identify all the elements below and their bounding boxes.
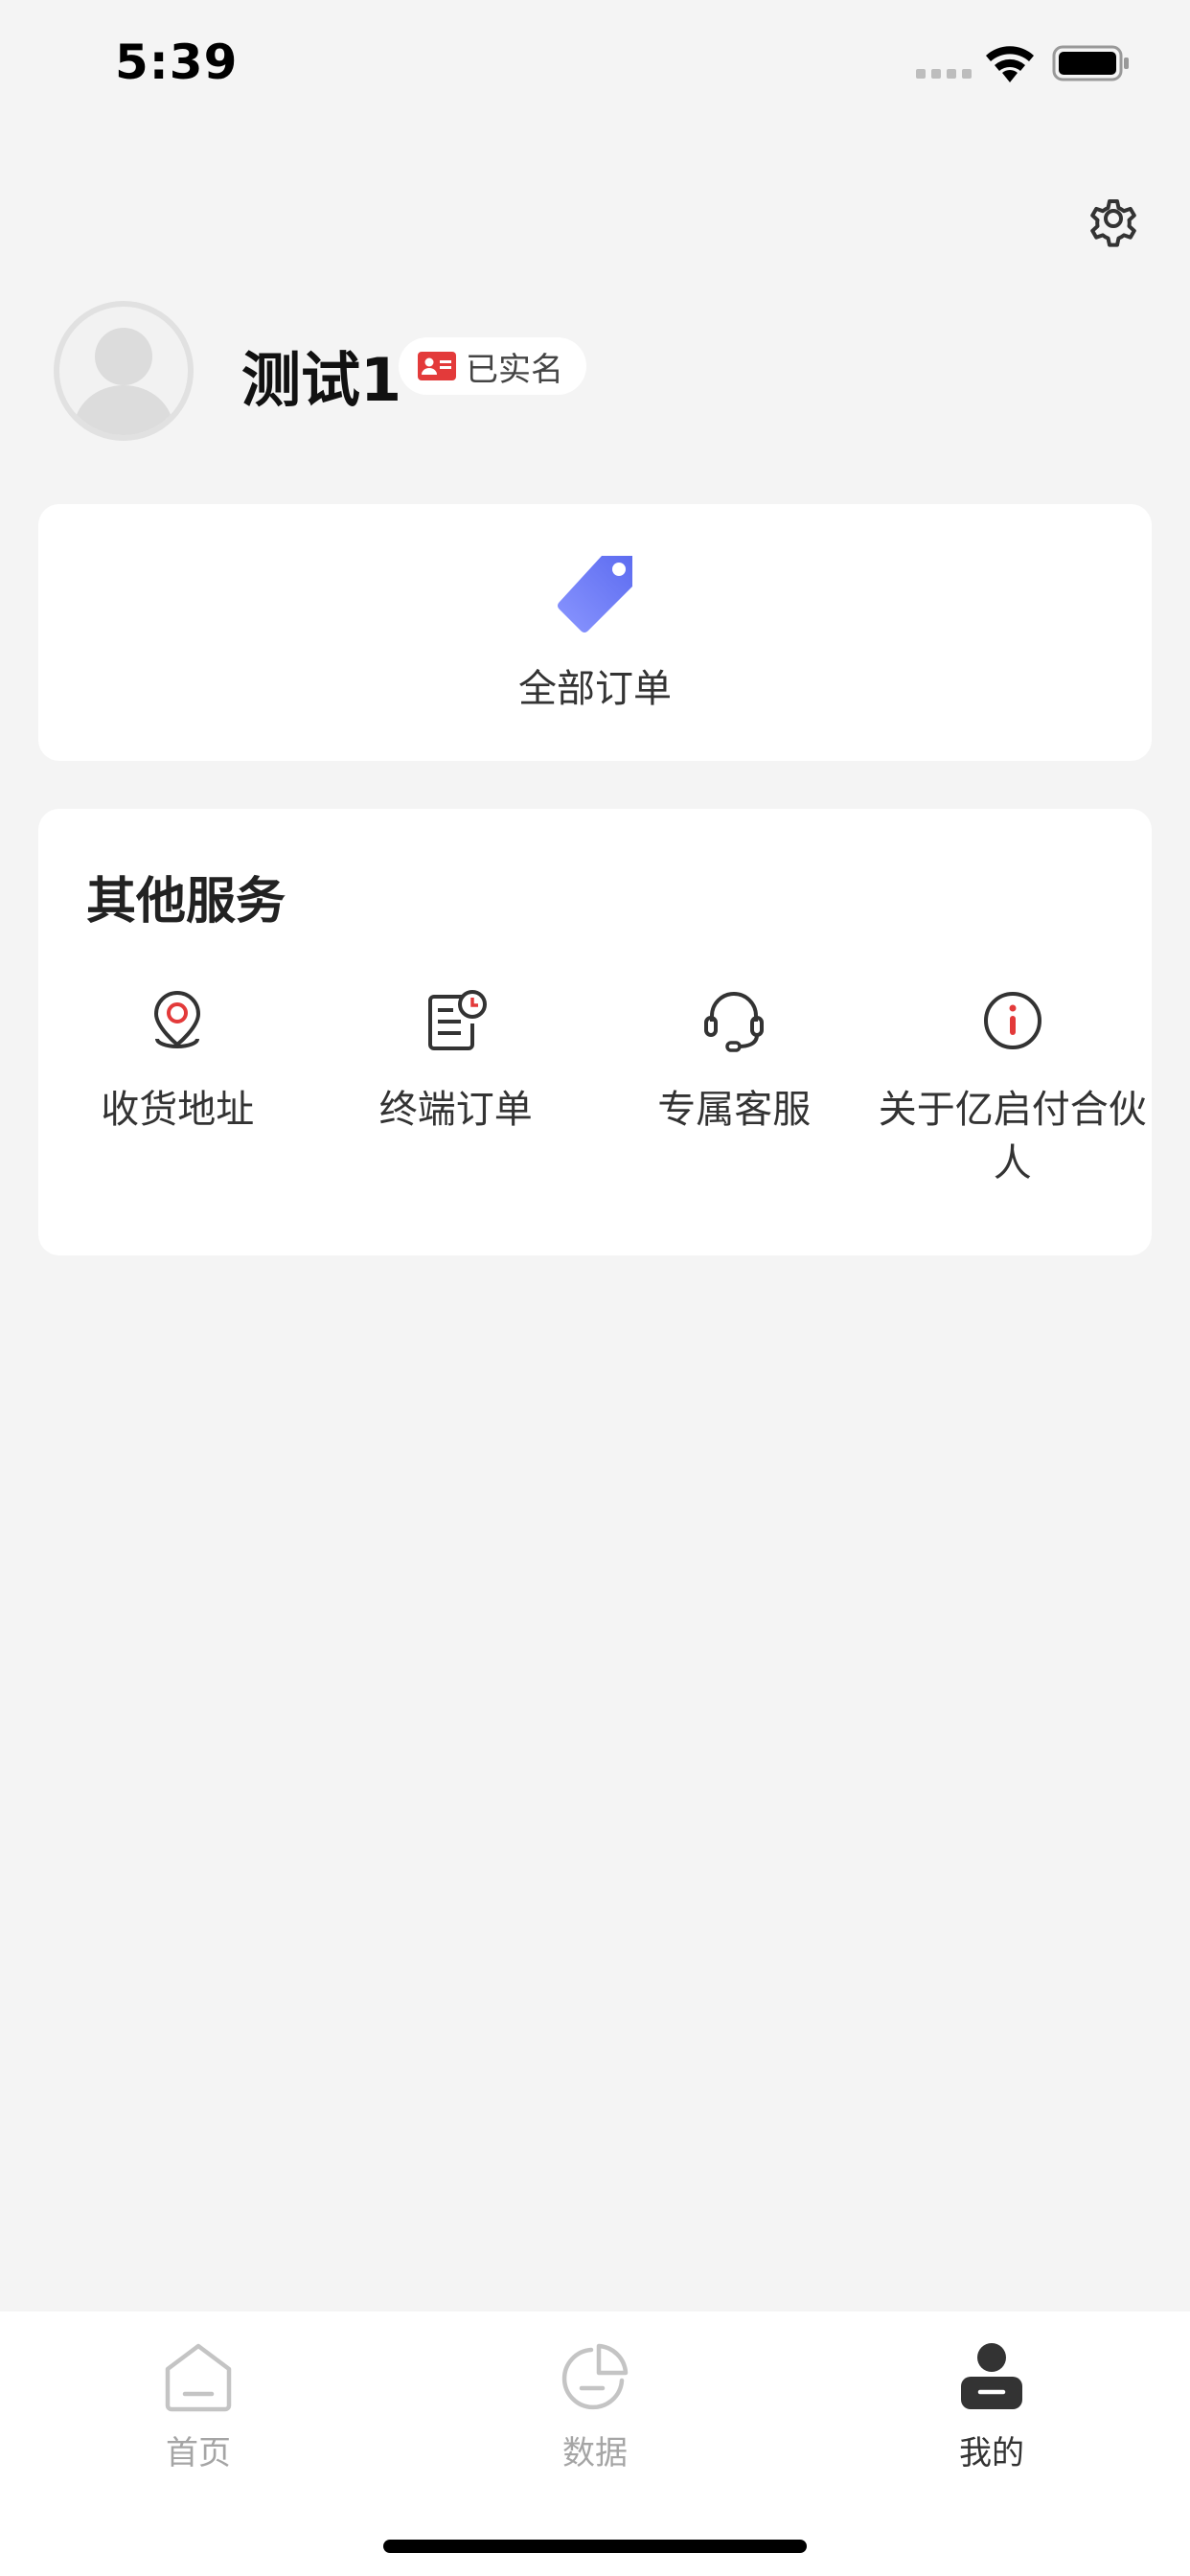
status-time: 5:39 xyxy=(115,34,239,90)
all-orders-label: 全部订单 xyxy=(518,667,672,711)
all-orders-button[interactable]: 全部订单 xyxy=(38,504,1152,761)
user-name: 测试1 xyxy=(241,345,402,415)
service-label: 专属客服 xyxy=(657,1088,812,1132)
order-clock-icon xyxy=(427,990,487,1050)
tab-label: 数据 xyxy=(562,2434,628,2472)
avatar[interactable] xyxy=(54,301,194,441)
verified-label: 已实名 xyxy=(466,350,563,389)
tab-bar: 首页 数据 我的 xyxy=(0,2312,1190,2576)
home-icon xyxy=(165,2343,232,2412)
wifi-icon xyxy=(986,46,1034,82)
avatar-placeholder-icon xyxy=(74,328,173,435)
info-icon xyxy=(983,992,1041,1049)
headset-icon xyxy=(704,992,765,1052)
service-label: 收货地址 xyxy=(101,1088,255,1132)
signal-icon xyxy=(916,69,972,79)
tab-home[interactable]: 首页 xyxy=(0,2340,397,2473)
services-card: 其他服务 收货地址 终端订单 专属客服 关于亿启付合伙人 xyxy=(38,809,1152,1255)
service-label: 终端订单 xyxy=(378,1088,533,1132)
battery-icon xyxy=(1052,45,1129,81)
tab-label: 首页 xyxy=(166,2434,231,2472)
home-indicator xyxy=(383,2540,807,2553)
service-customer-support[interactable]: 专属客服 xyxy=(595,987,874,1190)
status-bar: 5:39 xyxy=(0,0,1190,134)
service-about-partner[interactable]: 关于亿启付合伙人 xyxy=(874,987,1153,1190)
orders-card: 全部订单 xyxy=(38,504,1152,761)
user-icon xyxy=(961,2343,1022,2409)
id-card-icon xyxy=(418,352,456,380)
service-terminal-orders[interactable]: 终端订单 xyxy=(317,987,596,1190)
price-tag-icon xyxy=(558,556,632,632)
tab-mine[interactable]: 我的 xyxy=(793,2340,1190,2473)
services-grid: 收货地址 终端订单 专属客服 关于亿启付合伙人 xyxy=(38,987,1152,1190)
settings-button[interactable] xyxy=(1083,188,1144,249)
gear-icon xyxy=(1090,199,1136,247)
pie-chart-icon xyxy=(561,2343,629,2410)
location-pin-icon xyxy=(154,990,201,1048)
verified-badge: 已实名 xyxy=(399,337,586,395)
tab-label: 我的 xyxy=(959,2434,1024,2472)
service-label: 关于亿启付合伙人 xyxy=(878,1088,1147,1185)
tab-data[interactable]: 数据 xyxy=(397,2340,793,2473)
service-shipping-address[interactable]: 收货地址 xyxy=(38,987,317,1190)
services-title: 其他服务 xyxy=(86,873,286,931)
